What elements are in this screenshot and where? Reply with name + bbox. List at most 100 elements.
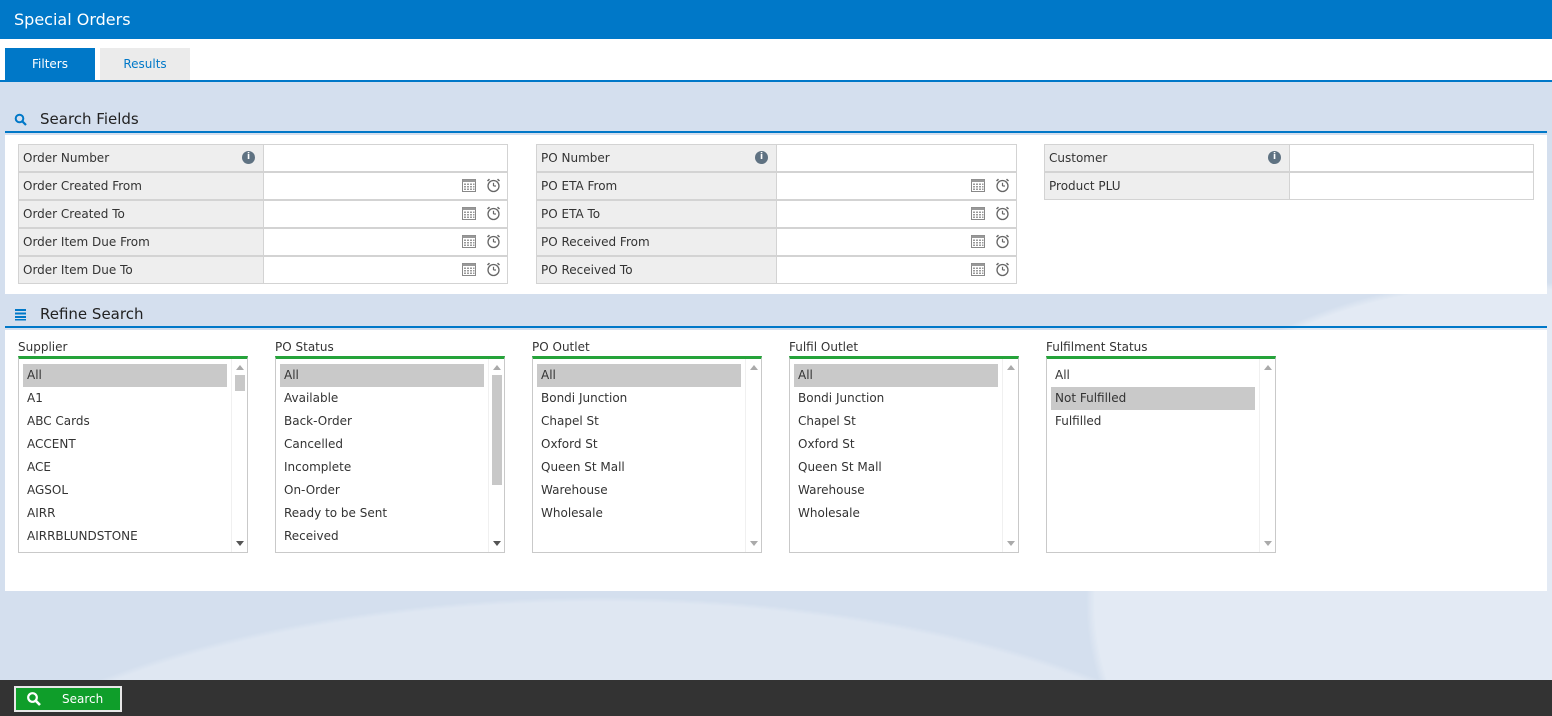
refine-search-header: Refine Search xyxy=(5,302,1547,328)
multi-select-listbox[interactable]: All A1 ABC Cards ACCENT ACE AGSOL AIRR AIRRBLUN… xyxy=(18,356,248,553)
list-item[interactable]: Available xyxy=(280,387,484,410)
scroll-down-icon[interactable] xyxy=(1007,541,1015,546)
scrollbar[interactable] xyxy=(1259,359,1275,552)
calendar-icon[interactable] xyxy=(971,263,985,276)
field-label: PO Number xyxy=(536,144,777,172)
search-icon xyxy=(27,692,41,706)
field-label: PO Received To xyxy=(536,256,777,284)
field-input[interactable] xyxy=(1290,172,1534,200)
field-label: PO Received From xyxy=(536,228,777,256)
tab-results[interactable]: Results xyxy=(100,48,190,80)
list-item[interactable]: A1 xyxy=(23,387,227,410)
info-icon[interactable]: i xyxy=(1268,151,1281,164)
refine-search-panel: Supplier All A1 ABC Cards ACCENT ACE AGSOL AIRR… xyxy=(5,330,1547,591)
calendar-icon[interactable] xyxy=(971,235,985,248)
clock-icon[interactable] xyxy=(995,262,1010,277)
list-item[interactable]: Warehouse xyxy=(794,479,998,502)
multi-select-listbox[interactable]: All Available Back-Order Cancelled Incomplet… xyxy=(275,356,505,553)
calendar-icon[interactable] xyxy=(462,207,476,220)
scroll-up-icon[interactable] xyxy=(750,365,758,370)
list-item[interactable]: AIRR xyxy=(23,502,227,525)
list-item[interactable]: All xyxy=(537,364,741,387)
list-item[interactable]: ACCENT xyxy=(23,433,227,456)
list-item[interactable]: Oxford St xyxy=(537,433,741,456)
list-item[interactable]: AGSOL xyxy=(23,479,227,502)
clock-icon[interactable] xyxy=(486,206,501,221)
field-label: Order Created From xyxy=(18,172,264,200)
list-item[interactable]: Incomplete xyxy=(280,456,484,479)
clock-icon[interactable] xyxy=(486,262,501,277)
info-icon[interactable]: i xyxy=(755,151,768,164)
scroll-up-icon[interactable] xyxy=(1264,365,1272,370)
info-icon[interactable]: i xyxy=(242,151,255,164)
field-label: PO ETA From xyxy=(536,172,777,200)
scrollbar[interactable] xyxy=(231,359,247,552)
refine-group: Fulfilment Status All Not Fulfilled Fulfill… xyxy=(1046,340,1278,555)
list-item[interactable]: Bondi Junction xyxy=(537,387,741,410)
field-label: PO ETA To xyxy=(536,200,777,228)
multi-select-listbox[interactable]: All Bondi Junction Chapel St Oxford St Queen… xyxy=(532,356,762,553)
list-item[interactable]: Back-Order xyxy=(280,410,484,433)
search-fields-title: Search Fields xyxy=(40,110,139,128)
scroll-down-icon[interactable] xyxy=(493,541,501,546)
list-item[interactable]: All xyxy=(23,364,227,387)
scroll-thumb[interactable] xyxy=(235,375,245,391)
list-item[interactable]: Queen St Mall xyxy=(794,456,998,479)
calendar-icon[interactable] xyxy=(462,179,476,192)
clock-icon[interactable] xyxy=(486,178,501,193)
list-item[interactable]: All xyxy=(280,364,484,387)
list-item[interactable]: Bondi Junction xyxy=(794,387,998,410)
tab-strip: Filters Results xyxy=(0,39,1552,82)
list-item[interactable]: Warehouse xyxy=(537,479,741,502)
multi-select-listbox[interactable]: All Bondi Junction Chapel St Oxford St Queen… xyxy=(789,356,1019,553)
list-item[interactable]: Wholesale xyxy=(794,502,998,525)
search-button[interactable]: Search xyxy=(14,686,122,712)
refine-group-title: PO Status xyxy=(275,340,334,354)
list-item[interactable]: Chapel St xyxy=(794,410,998,433)
list-item[interactable]: Cancelled xyxy=(280,433,484,456)
list-item[interactable]: Wholesale xyxy=(537,502,741,525)
scroll-thumb[interactable] xyxy=(492,375,502,485)
list-item[interactable]: On-Order xyxy=(280,479,484,502)
scroll-up-icon[interactable] xyxy=(236,365,244,370)
scroll-down-icon[interactable] xyxy=(750,541,758,546)
clock-icon[interactable] xyxy=(995,178,1010,193)
refine-group-title: PO Outlet xyxy=(532,340,590,354)
field-input[interactable] xyxy=(264,144,508,172)
refine-group-title: Fulfil Outlet xyxy=(789,340,859,354)
calendar-icon[interactable] xyxy=(971,179,985,192)
clock-icon[interactable] xyxy=(486,234,501,249)
list-item[interactable]: AIRRBLUNDSTONE xyxy=(23,525,227,548)
scroll-up-icon[interactable] xyxy=(1007,365,1015,370)
list-item[interactable]: Ready to be Sent xyxy=(280,502,484,525)
field-input[interactable] xyxy=(1290,144,1534,172)
list-item[interactable]: Oxford St xyxy=(794,433,998,456)
scroll-down-icon[interactable] xyxy=(236,541,244,546)
clock-icon[interactable] xyxy=(995,234,1010,249)
list-item[interactable]: Fulfilled xyxy=(1051,410,1255,433)
scroll-up-icon[interactable] xyxy=(493,365,501,370)
refine-group: PO Outlet All Bondi Junction Chapel St Oxfor… xyxy=(532,340,764,555)
search-button-label: Search xyxy=(62,692,104,706)
list-item[interactable]: Not Fulfilled xyxy=(1051,387,1255,410)
tab-filters[interactable]: Filters xyxy=(5,48,95,80)
field-input[interactable] xyxy=(777,144,1017,172)
scrollbar[interactable] xyxy=(488,359,504,552)
list-item[interactable]: All xyxy=(1051,364,1255,387)
scrollbar[interactable] xyxy=(1002,359,1018,552)
calendar-icon[interactable] xyxy=(462,263,476,276)
multi-select-listbox[interactable]: All Not Fulfilled Fulfilled xyxy=(1046,356,1276,553)
scrollbar[interactable] xyxy=(745,359,761,552)
list-item[interactable]: All xyxy=(794,364,998,387)
list-item[interactable]: Chapel St xyxy=(537,410,741,433)
list-item[interactable]: Received xyxy=(280,525,484,548)
calendar-icon[interactable] xyxy=(462,235,476,248)
calendar-icon[interactable] xyxy=(971,207,985,220)
search-icon xyxy=(14,113,27,126)
list-item[interactable]: Queen St Mall xyxy=(537,456,741,479)
scroll-down-icon[interactable] xyxy=(1264,541,1272,546)
list-item[interactable]: ABC Cards xyxy=(23,410,227,433)
list-item[interactable]: ACE xyxy=(23,456,227,479)
refine-search-title: Refine Search xyxy=(40,305,144,323)
clock-icon[interactable] xyxy=(995,206,1010,221)
